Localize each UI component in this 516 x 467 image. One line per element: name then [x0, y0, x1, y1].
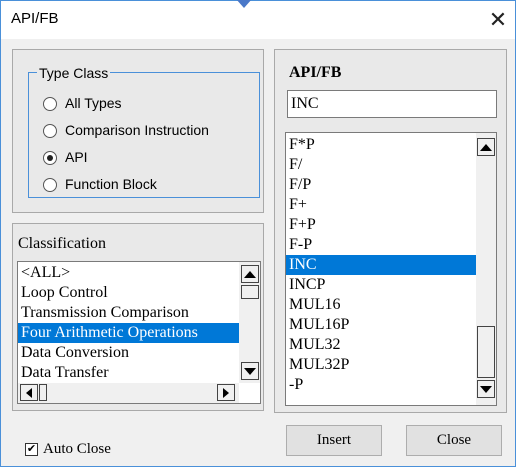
list-item[interactable]: MUL16 [286, 295, 479, 315]
classification-label: Classification [18, 235, 106, 252]
type-class-legend: Type Class [37, 65, 111, 81]
list-item[interactable]: Data Transfer [18, 363, 241, 383]
close-button[interactable]: Close [406, 425, 502, 456]
checkbox-box[interactable]: ✔ [25, 443, 38, 456]
list-item[interactable]: F*P [286, 135, 479, 155]
hscroll-thumb[interactable] [39, 384, 47, 401]
chevron-right-icon [223, 387, 229, 398]
classification-hscrollbar[interactable] [18, 383, 239, 403]
api-fb-input-value: INC [291, 95, 319, 112]
check-icon: ✔ [26, 443, 37, 455]
api-fb-dialog: API/FB ✕ Type Class All Types Comparison… [0, 0, 516, 467]
list-item[interactable]: Loop Control [18, 283, 241, 303]
chevron-down-icon [480, 385, 492, 393]
classification-vscrollbar[interactable] [239, 262, 260, 383]
radio-all-types-label: All Types [65, 95, 122, 111]
list-item[interactable]: MUL16P [286, 315, 479, 335]
list-item[interactable]: -P [286, 375, 479, 395]
radio-selected-dot [47, 155, 53, 161]
radio-comparison-instruction[interactable]: Comparison Instruction [43, 122, 253, 140]
radio-all-types-button[interactable] [43, 97, 57, 111]
api-fb-label: API/FB [289, 64, 342, 81]
chevron-up-icon [480, 143, 492, 151]
scroll-up-button[interactable] [477, 138, 495, 156]
radio-api-label: API [65, 149, 88, 165]
radio-function-block-button[interactable] [43, 178, 57, 192]
chevron-down-icon [244, 367, 256, 375]
type-class-panel: Type Class All Types Comparison Instruct… [12, 49, 264, 213]
list-item[interactable]: Data Conversion [18, 343, 241, 363]
list-item[interactable]: <ALL> [18, 263, 241, 283]
list-item[interactable]: F+ [286, 195, 479, 215]
classification-panel: Classification <ALL> Loop Control Transm… [12, 223, 264, 411]
pin-marker-icon [228, 0, 260, 8]
list-item[interactable]: F/ [286, 155, 479, 175]
radio-function-block[interactable]: Function Block [43, 176, 243, 194]
scroll-up-button[interactable] [241, 265, 259, 283]
radio-api-button[interactable] [43, 151, 57, 165]
chevron-up-icon [244, 270, 256, 278]
list-item[interactable]: MUL32P [286, 355, 479, 375]
scroll-right-button[interactable] [217, 384, 235, 401]
radio-all-types[interactable]: All Types [43, 95, 243, 113]
radio-comparison-instruction-button[interactable] [43, 124, 57, 138]
close-icon[interactable]: ✕ [484, 6, 512, 34]
insert-button[interactable]: Insert [286, 425, 382, 456]
scroll-thumb[interactable] [477, 326, 495, 378]
list-item[interactable]: F+P [286, 215, 479, 235]
scroll-down-button[interactable] [241, 362, 259, 380]
radio-comparison-instruction-label: Comparison Instruction [65, 122, 209, 138]
list-item[interactable]: MUL32 [286, 335, 479, 355]
api-fb-panel: API/FB INC F*P F/ F/P F+ F+P F-P INC INC… [274, 49, 507, 413]
api-fb-vscrollbar[interactable] [476, 133, 496, 405]
scroll-left-button[interactable] [20, 384, 38, 401]
list-item[interactable]: INCP [286, 275, 479, 295]
scroll-thumb[interactable] [241, 285, 259, 299]
list-item[interactable]: F-P [286, 235, 479, 255]
scroll-down-button[interactable] [477, 380, 495, 398]
list-item-selected[interactable]: Four Arithmetic Operations [18, 323, 241, 343]
classification-listbox[interactable]: <ALL> Loop Control Transmission Comparis… [17, 261, 261, 404]
window-title: API/FB [11, 10, 59, 27]
radio-api[interactable]: API [43, 149, 243, 167]
radio-function-block-label: Function Block [65, 176, 157, 192]
api-fb-input[interactable]: INC [287, 90, 497, 118]
chevron-left-icon [26, 387, 32, 398]
list-item[interactable]: Transmission Comparison [18, 303, 241, 323]
api-fb-listbox[interactable]: F*P F/ F/P F+ F+P F-P INC INCP MUL16 MUL… [285, 132, 497, 406]
list-item[interactable]: F/P [286, 175, 479, 195]
list-item-selected[interactable]: INC [286, 255, 479, 275]
auto-close-label: Auto Close [43, 441, 111, 457]
auto-close-checkbox[interactable]: ✔ Auto Close [25, 441, 145, 459]
